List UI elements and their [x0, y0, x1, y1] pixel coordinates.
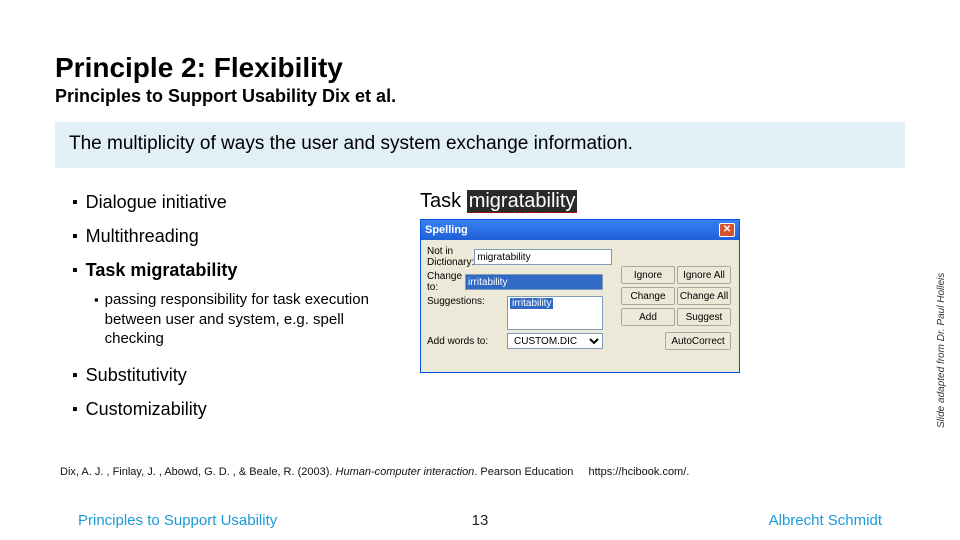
citation: Dix, A. J. , Finlay, J. , Abowd, G. D. ,… — [60, 466, 689, 478]
autocorrect-button[interactable]: AutoCorrect — [665, 332, 731, 350]
label-not-in-dictionary: Not in Dictionary: — [427, 246, 474, 268]
change-to-field[interactable] — [465, 274, 603, 290]
spellcheck-dialog: Spelling ✕ Not in Dictionary: Change to:… — [420, 219, 740, 373]
title-block: Principle 2: Flexibility Principles to S… — [55, 52, 396, 107]
dialog-button-column-b: Ignore All Change All Suggest — [677, 266, 731, 326]
bullet-customizability: Customizability — [72, 399, 402, 421]
figure-title: Task migratability — [420, 190, 740, 213]
citation-link[interactable]: https://hcibook.com/. — [588, 466, 689, 478]
add-button[interactable]: Add — [621, 308, 675, 326]
bullet-multithreading: Multithreading — [72, 226, 402, 248]
bullet-list: Dialogue initiative Multithreading Task … — [72, 192, 402, 433]
dialog-body: Not in Dictionary: Change to: Suggestion… — [421, 240, 739, 372]
label-suggestions: Suggestions: — [427, 296, 507, 307]
footer-right: Albrecht Schmidt — [769, 512, 882, 529]
dialog-button-column-a: Ignore Change Add — [621, 266, 675, 326]
subbullet-task-migratability: passing responsibility for task executio… — [94, 290, 402, 349]
dictionary-select[interactable]: CUSTOM.DIC — [507, 333, 603, 349]
label-change-to: Change to: — [427, 271, 465, 293]
side-credit: Slide adapted from Dr. Paul Holleis — [936, 240, 950, 460]
suggestions-listbox[interactable]: irritability — [507, 296, 603, 330]
bullet-task-migratability: Task migratability — [72, 260, 402, 282]
ignore-button[interactable]: Ignore — [621, 266, 675, 284]
change-button[interactable]: Change — [621, 287, 675, 305]
bullet-substitutivity: Substitutivity — [72, 365, 402, 387]
slide-subtitle: Principles to Support Usability Dix et a… — [55, 86, 396, 107]
ignore-all-button[interactable]: Ignore All — [677, 266, 731, 284]
definition-box: The multiplicity of ways the user and sy… — [55, 122, 905, 168]
label-add-words-to: Add words to: — [427, 336, 507, 347]
change-all-button[interactable]: Change All — [677, 287, 731, 305]
slide: Principle 2: Flexibility Principles to S… — [0, 0, 960, 540]
figure: Task migratability Spelling ✕ Not in Dic… — [420, 190, 740, 373]
dialog-titlebar[interactable]: Spelling ✕ — [421, 220, 739, 240]
dialog-title: Spelling — [425, 224, 468, 236]
suggestion-item[interactable]: irritability — [510, 298, 553, 309]
footer: Principles to Support Usability 13 Albre… — [0, 500, 960, 540]
suggest-button[interactable]: Suggest — [677, 308, 731, 326]
slide-title: Principle 2: Flexibility — [55, 52, 396, 84]
not-in-dictionary-field[interactable] — [474, 249, 612, 265]
bullet-dialogue-initiative: Dialogue initiative — [72, 192, 402, 214]
close-icon[interactable]: ✕ — [719, 223, 735, 237]
